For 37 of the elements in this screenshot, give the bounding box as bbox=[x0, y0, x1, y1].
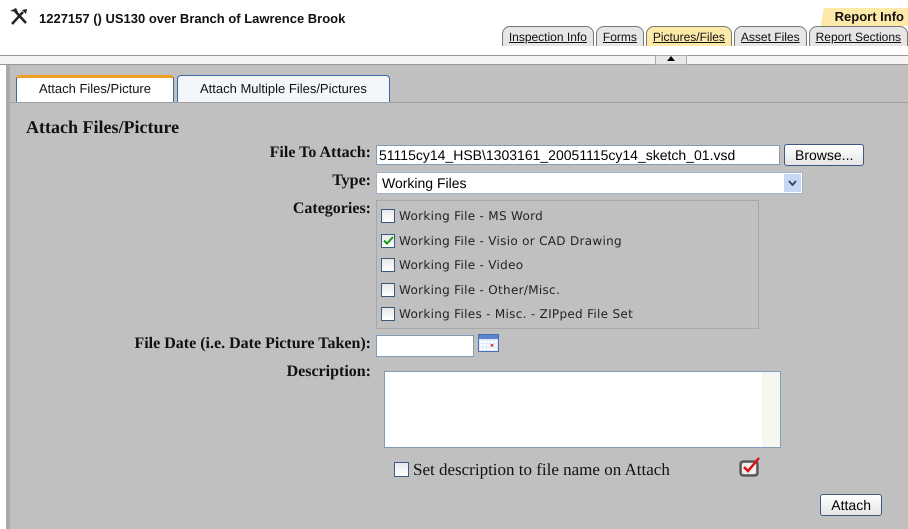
tab[interactable]: Forms bbox=[596, 26, 644, 46]
field-label: File To Attach: bbox=[268, 144, 371, 163]
spellcheck-icon[interactable] bbox=[739, 456, 761, 476]
checkbox-label: Working Files - Misc. - ZIPped File Set bbox=[399, 307, 634, 322]
section-heading: Attach Files/Picture bbox=[26, 117, 180, 138]
field-label: Categories: bbox=[292, 200, 371, 219]
checkbox[interactable] bbox=[394, 462, 409, 477]
collapse-toggle[interactable] bbox=[655, 55, 687, 65]
tools-icon bbox=[9, 8, 29, 26]
tab[interactable]: Asset Files bbox=[734, 26, 807, 46]
checkbox-label: Working File - Video bbox=[399, 258, 524, 272]
checkbox-label: Working File - Visio or CAD Drawing bbox=[399, 234, 622, 248]
checkbox[interactable] bbox=[381, 307, 395, 322]
tab[interactable]: Pictures/Files bbox=[646, 26, 732, 46]
field-label: Type: bbox=[331, 172, 371, 191]
field-label: Description: bbox=[286, 362, 371, 382]
checkbox[interactable] bbox=[381, 234, 395, 248]
triangle-up-icon bbox=[667, 56, 675, 61]
file-field[interactable]: 51115cy14_HSB\1303161_20051115cy14_sketch_01.vsd bbox=[376, 145, 780, 165]
checkbox-label: Working File - Other/Misc. bbox=[399, 282, 560, 297]
calendar-icon[interactable] bbox=[478, 334, 499, 352]
browse-button[interactable]: Browse... bbox=[784, 144, 864, 166]
checkbox[interactable] bbox=[381, 209, 395, 224]
checkbox[interactable] bbox=[381, 258, 395, 272]
type-dropdown[interactable]: Working Files bbox=[376, 172, 803, 194]
tab[interactable]: Attach Multiple Files/Pictures bbox=[177, 75, 390, 102]
checkbox-label: Working File - MS Word bbox=[399, 209, 544, 224]
date-field[interactable] bbox=[376, 334, 474, 356]
attach-button[interactable]: Attach bbox=[820, 494, 882, 516]
page-title: 1227157 () US130 over Branch of Lawrence Brook bbox=[39, 11, 346, 26]
field-label: File Date (i.e. Date Picture Taken): bbox=[133, 334, 371, 354]
checkbox[interactable] bbox=[381, 282, 395, 297]
tab[interactable]: Report Sections bbox=[808, 26, 908, 46]
tab[interactable]: Inspection Info bbox=[502, 26, 594, 46]
checkbox-label: Set description to file name on Attach bbox=[413, 460, 671, 480]
description-field[interactable] bbox=[384, 370, 781, 448]
tab[interactable]: Attach Files/Picture bbox=[16, 75, 174, 102]
